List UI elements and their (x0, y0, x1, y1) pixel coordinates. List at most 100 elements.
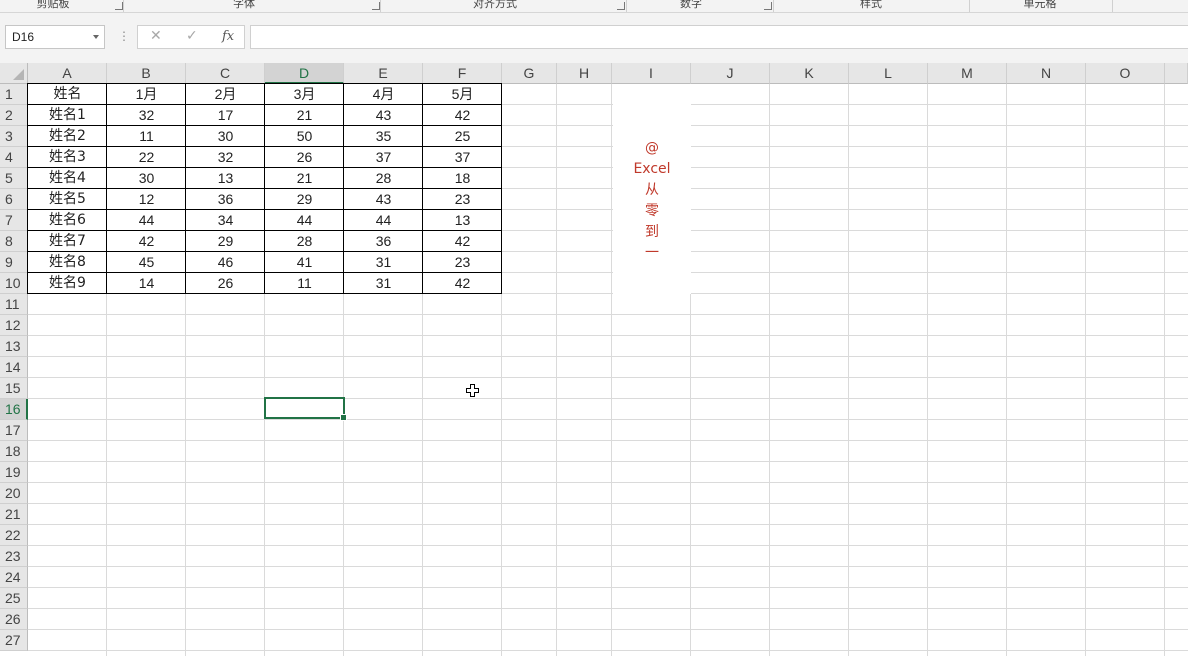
value-cell[interactable]: 36 (186, 189, 265, 210)
table-header-cell[interactable]: 3月 (265, 84, 344, 105)
dialog-launcher-icon[interactable] (764, 2, 772, 10)
dialog-launcher-icon[interactable] (617, 2, 625, 10)
value-cell[interactable]: 30 (107, 168, 186, 189)
value-cell[interactable]: 36 (344, 231, 423, 252)
value-cell[interactable]: 21 (265, 168, 344, 189)
row-header-23[interactable]: 23 (0, 546, 28, 567)
table-header-cell[interactable]: 姓名 (28, 84, 107, 105)
column-header-f[interactable]: F (423, 63, 502, 84)
fill-handle[interactable] (340, 414, 347, 421)
insert-function-icon[interactable]: fx (222, 29, 234, 44)
value-cell[interactable]: 43 (344, 105, 423, 126)
row-header-24[interactable]: 24 (0, 567, 28, 588)
row-header-13[interactable]: 13 (0, 336, 28, 357)
value-cell[interactable]: 26 (186, 273, 265, 294)
row-header-12[interactable]: 12 (0, 315, 28, 336)
column-header-a[interactable]: A (28, 63, 107, 84)
column-header-o[interactable]: O (1086, 63, 1165, 84)
row-header-3[interactable]: 3 (0, 126, 28, 147)
column-header-b[interactable]: B (107, 63, 186, 84)
active-cell-selection[interactable] (264, 397, 347, 421)
column-header-e[interactable]: E (344, 63, 423, 84)
value-cell[interactable]: 13 (423, 210, 502, 231)
row-header-21[interactable]: 21 (0, 504, 28, 525)
more-icon[interactable]: ⋮ (118, 29, 130, 43)
column-header-m[interactable]: M (928, 63, 1007, 84)
column-header-c[interactable]: C (186, 63, 265, 84)
row-header-17[interactable]: 17 (0, 420, 28, 441)
value-cell[interactable]: 41 (265, 252, 344, 273)
value-cell[interactable]: 29 (265, 189, 344, 210)
value-cell[interactable]: 29 (186, 231, 265, 252)
column-header-h[interactable]: H (557, 63, 612, 84)
column-header-partial[interactable] (1165, 63, 1188, 84)
column-header-g[interactable]: G (502, 63, 557, 84)
value-cell[interactable]: 21 (265, 105, 344, 126)
value-cell[interactable]: 50 (265, 126, 344, 147)
row-header-8[interactable]: 8 (0, 231, 28, 252)
value-cell[interactable]: 14 (107, 273, 186, 294)
row-header-18[interactable]: 18 (0, 441, 28, 462)
row-header-26[interactable]: 26 (0, 609, 28, 630)
value-cell[interactable]: 45 (107, 252, 186, 273)
name-cell[interactable]: 姓名4 (28, 168, 107, 189)
row-header-2[interactable]: 2 (0, 105, 28, 126)
value-cell[interactable]: 28 (344, 168, 423, 189)
row-header-27[interactable]: 27 (0, 630, 28, 651)
value-cell[interactable]: 42 (423, 105, 502, 126)
table-header-cell[interactable]: 5月 (423, 84, 502, 105)
column-header-d[interactable]: D (265, 63, 344, 84)
name-cell[interactable]: 姓名3 (28, 147, 107, 168)
value-cell[interactable]: 34 (186, 210, 265, 231)
row-header-5[interactable]: 5 (0, 168, 28, 189)
row-header-25[interactable]: 25 (0, 588, 28, 609)
table-header-cell[interactable]: 1月 (107, 84, 186, 105)
name-cell[interactable]: 姓名5 (28, 189, 107, 210)
row-header-22[interactable]: 22 (0, 525, 28, 546)
value-cell[interactable]: 11 (107, 126, 186, 147)
value-cell[interactable]: 31 (344, 273, 423, 294)
value-cell[interactable]: 46 (186, 252, 265, 273)
row-header-6[interactable]: 6 (0, 189, 28, 210)
column-header-i[interactable]: I (612, 63, 691, 84)
value-cell[interactable]: 28 (265, 231, 344, 252)
value-cell[interactable]: 23 (423, 252, 502, 273)
row-header-11[interactable]: 11 (0, 294, 28, 315)
row-header-7[interactable]: 7 (0, 210, 28, 231)
row-header-15[interactable]: 15 (0, 378, 28, 399)
value-cell[interactable]: 44 (344, 210, 423, 231)
value-cell[interactable]: 31 (344, 252, 423, 273)
value-cell[interactable]: 35 (344, 126, 423, 147)
value-cell[interactable]: 11 (265, 273, 344, 294)
worksheet-grid[interactable]: A B C D E F G H I J K L M N O 1 2 3 4 5 6 7 8 9 10 11 12 13 14 15 16 17… (0, 63, 1188, 656)
name-cell[interactable]: 姓名1 (28, 105, 107, 126)
value-cell[interactable]: 25 (423, 126, 502, 147)
value-cell[interactable]: 42 (423, 231, 502, 252)
dialog-launcher-icon[interactable] (372, 2, 380, 10)
value-cell[interactable]: 22 (107, 147, 186, 168)
value-cell[interactable]: 42 (423, 273, 502, 294)
name-cell[interactable]: 姓名6 (28, 210, 107, 231)
column-header-k[interactable]: K (770, 63, 849, 84)
select-all-button[interactable] (0, 63, 28, 84)
value-cell[interactable]: 17 (186, 105, 265, 126)
formula-input[interactable] (250, 25, 1188, 49)
value-cell[interactable]: 44 (107, 210, 186, 231)
table-header-cell[interactable]: 4月 (344, 84, 423, 105)
value-cell[interactable]: 18 (423, 168, 502, 189)
row-header-19[interactable]: 19 (0, 462, 28, 483)
row-header-9[interactable]: 9 (0, 252, 28, 273)
name-cell[interactable]: 姓名9 (28, 273, 107, 294)
value-cell[interactable]: 26 (265, 147, 344, 168)
column-header-j[interactable]: J (691, 63, 770, 84)
value-cell[interactable]: 23 (423, 189, 502, 210)
name-cell[interactable]: 姓名7 (28, 231, 107, 252)
column-header-n[interactable]: N (1007, 63, 1086, 84)
cancel-icon[interactable]: ✕ (150, 28, 162, 44)
table-header-cell[interactable]: 2月 (186, 84, 265, 105)
value-cell[interactable]: 37 (344, 147, 423, 168)
value-cell[interactable]: 13 (186, 168, 265, 189)
dialog-launcher-icon[interactable] (115, 2, 123, 10)
value-cell[interactable]: 43 (344, 189, 423, 210)
value-cell[interactable]: 32 (186, 147, 265, 168)
